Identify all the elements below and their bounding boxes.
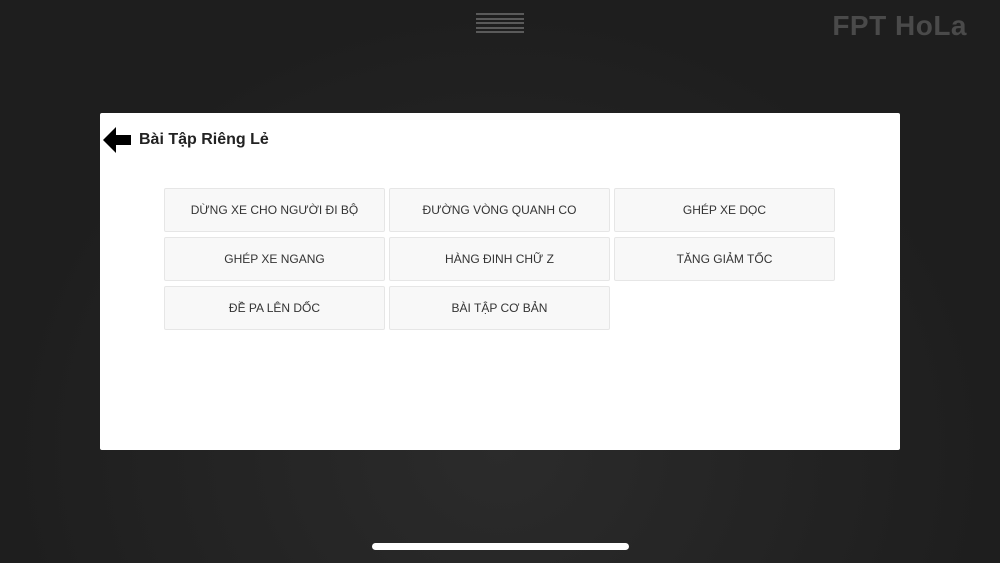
exercise-button-hill-start[interactable]: ĐỀ PA LÊN DỐC: [164, 286, 385, 330]
exercise-grid: DỪNG XE CHO NGƯỜI ĐI BỘ ĐƯỜNG VÒNG QUANH…: [164, 188, 835, 330]
exercise-button-basic[interactable]: BÀI TẬP CƠ BẢN: [389, 286, 610, 330]
exercise-dialog: Bài Tập Riêng Lẻ DỪNG XE CHO NGƯỜI ĐI BỘ…: [100, 113, 900, 450]
exercise-button-winding-road[interactable]: ĐƯỜNG VÒNG QUANH CO: [389, 188, 610, 232]
exercise-button-acceleration[interactable]: TĂNG GIẢM TỐC: [614, 237, 835, 281]
exercise-button-z-course[interactable]: HÀNG ĐINH CHỮ Z: [389, 237, 610, 281]
app-screen: FPT HoLa Bài Tập Riêng Lẻ DỪNG XE CHO NG…: [0, 0, 1000, 563]
back-arrow-icon: [103, 127, 131, 153]
brand-logo: FPT HoLa: [832, 10, 967, 41]
menu-icon[interactable]: [476, 13, 524, 33]
exercise-button-pedestrian-stop[interactable]: DỪNG XE CHO NGƯỜI ĐI BỘ: [164, 188, 385, 232]
home-indicator[interactable]: [372, 543, 629, 550]
dialog-title: Bài Tập Riêng Lẻ: [139, 131, 269, 148]
exercise-button-parallel-parking[interactable]: GHÉP XE NGANG: [164, 237, 385, 281]
exercise-button-reverse-parking[interactable]: GHÉP XE DỌC: [614, 188, 835, 232]
back-button[interactable]: [102, 125, 132, 155]
dialog-header: Bài Tập Riêng Lẻ: [102, 125, 269, 155]
